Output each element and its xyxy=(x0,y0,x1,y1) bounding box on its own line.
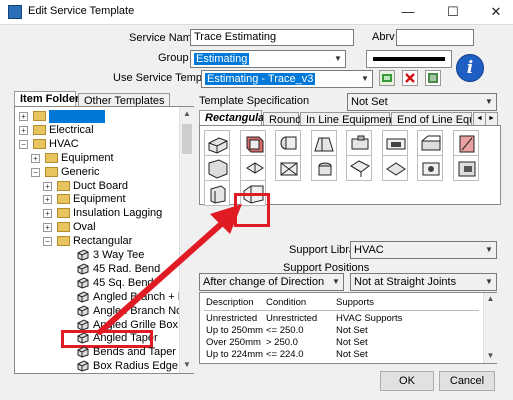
part-thumbnail-icon[interactable] xyxy=(346,155,372,181)
support-positions-left-select[interactable]: After change of Direction ▼ xyxy=(199,273,344,291)
service-name-label: Service Name xyxy=(129,32,199,44)
part-thumbnail-icon[interactable] xyxy=(310,155,337,181)
part-thumbnail-icon[interactable] xyxy=(381,130,408,156)
tree-item-label: Equipment xyxy=(61,151,114,164)
part-thumbnail-icon[interactable] xyxy=(275,155,301,181)
tree-item-label: Generic xyxy=(61,165,100,178)
expand-icon[interactable]: + xyxy=(43,195,52,205)
group-label: Group xyxy=(158,52,189,64)
part-thumbnail-icon[interactable] xyxy=(204,130,230,156)
info-icon[interactable]: i xyxy=(456,54,484,82)
maximize-button[interactable]: ☐ xyxy=(438,0,468,24)
template-spec-value: Not Set xyxy=(351,96,388,108)
use-template-select[interactable]: Estimating - Trace_v3 ▼ xyxy=(201,70,373,88)
folder-icon xyxy=(33,111,46,121)
collapse-icon[interactable]: − xyxy=(31,167,40,177)
support-library-value: HVAC xyxy=(354,244,384,256)
expand-icon[interactable]: + xyxy=(43,209,52,219)
chevron-down-icon: ▼ xyxy=(485,245,493,254)
chevron-down-icon: ▼ xyxy=(332,277,340,286)
expand-icon[interactable]: + xyxy=(19,125,28,135)
table-cell: Not Set xyxy=(336,337,368,348)
chevron-down-icon: ▼ xyxy=(485,97,493,106)
folder-icon xyxy=(33,138,46,149)
table-cell: Unrestricted xyxy=(266,313,318,324)
expand-icon[interactable]: + xyxy=(43,223,52,233)
template-list-icon[interactable] xyxy=(425,70,441,86)
header-supports: Supports xyxy=(336,297,375,308)
chevron-down-icon: ▼ xyxy=(361,74,369,83)
color-picker[interactable] xyxy=(366,50,452,68)
part-thumbnail-icon[interactable] xyxy=(417,155,443,181)
chevron-down-icon: ▼ xyxy=(485,277,493,286)
header-description: Description xyxy=(206,297,254,308)
ok-button[interactable]: OK xyxy=(380,371,434,391)
tree-item[interactable]: + xyxy=(15,110,180,123)
abrv-label: Abrv xyxy=(372,31,395,43)
expand-icon[interactable]: + xyxy=(19,112,28,121)
part-thumbnail-icon[interactable] xyxy=(417,130,443,156)
chevron-down-icon: ▼ xyxy=(334,54,342,63)
group-select[interactable]: Estimating ▼ xyxy=(190,50,346,68)
close-button[interactable]: ✕ xyxy=(481,0,511,24)
use-template-value: Estimating - Trace_v3 xyxy=(205,73,316,85)
support-positions-right-value: Not at Straight Joints xyxy=(354,276,457,288)
tree-item-label: Box Radius Edge xyxy=(93,360,178,373)
folder-icon xyxy=(57,180,70,191)
load-template-icon[interactable] xyxy=(379,70,395,86)
support-library-select[interactable]: HVAC ▼ xyxy=(350,241,497,259)
abrv-input[interactable] xyxy=(396,29,474,46)
collapse-icon[interactable]: − xyxy=(43,237,52,247)
collapse-icon[interactable]: − xyxy=(19,139,28,149)
folder-icon xyxy=(33,124,46,135)
service-name-input[interactable]: Trace Estimating xyxy=(190,29,354,46)
part-thumbnail-icon[interactable] xyxy=(346,130,372,156)
app-icon xyxy=(8,5,22,19)
table-cell: Unrestricted xyxy=(206,313,258,324)
part-thumbnail-icon[interactable] xyxy=(310,130,337,156)
expand-icon[interactable]: + xyxy=(31,153,40,163)
part-thumbnail-icon[interactable] xyxy=(204,155,230,181)
tree-item-label: HVAC xyxy=(49,137,79,150)
support-positions-left-value: After change of Direction xyxy=(203,276,325,288)
tree-item-label: Electrical xyxy=(49,123,94,136)
table-cell: Up to 224mm xyxy=(206,349,264,360)
window-title: Edit Service Template xyxy=(28,5,135,17)
part-thumbnail-icon[interactable] xyxy=(452,130,479,156)
tree-item[interactable]: + Electrical xyxy=(15,124,180,137)
folder-icon xyxy=(45,152,58,163)
part-thumbnail-icon[interactable] xyxy=(452,155,479,181)
table-cell: Over 250mm xyxy=(206,337,261,348)
duct-fitting-icon xyxy=(77,360,89,372)
conditions-table[interactable]: Description Condition Supports Unrestric… xyxy=(199,292,497,364)
folder-icon xyxy=(45,166,58,177)
part-thumbnail-icon[interactable] xyxy=(381,155,408,181)
table-cell: Not Set xyxy=(336,349,368,360)
table-cell: <= 250.0 xyxy=(266,325,304,336)
template-spec-label: Template Specification xyxy=(199,95,310,107)
cancel-button[interactable]: Cancel xyxy=(439,371,495,391)
part-thumbnail-icon[interactable] xyxy=(239,130,266,156)
tree-item-label xyxy=(49,110,105,123)
support-positions-right-select[interactable]: Not at Straight Joints ▼ xyxy=(350,273,497,291)
header-condition: Condition xyxy=(266,297,307,308)
table-cell: > 250.0 xyxy=(266,337,298,348)
minimize-button[interactable]: — xyxy=(393,0,423,24)
table-scrollbar[interactable]: ▲ ▼ xyxy=(483,293,497,363)
part-thumbnail-icon[interactable] xyxy=(275,130,301,156)
tree-item[interactable]: − HVAC xyxy=(15,138,180,151)
group-value: Estimating xyxy=(194,53,250,65)
tree-item[interactable]: Box Radius Edge xyxy=(15,360,180,373)
template-spec-select[interactable]: Not Set ▼ xyxy=(347,93,497,111)
part-thumbnail-icon[interactable] xyxy=(239,155,266,181)
tree-item[interactable]: − Generic xyxy=(15,166,180,179)
table-cell: <= 224.0 xyxy=(266,349,304,360)
table-cell: Up to 250mm xyxy=(206,325,264,336)
table-cell: HVAC Supports xyxy=(336,313,403,324)
expand-icon[interactable]: + xyxy=(43,181,52,191)
color-swatch xyxy=(373,57,445,61)
tree-item[interactable]: + Equipment xyxy=(15,152,180,165)
remove-template-icon[interactable] xyxy=(402,70,418,86)
table-cell: Not Set xyxy=(336,325,368,336)
